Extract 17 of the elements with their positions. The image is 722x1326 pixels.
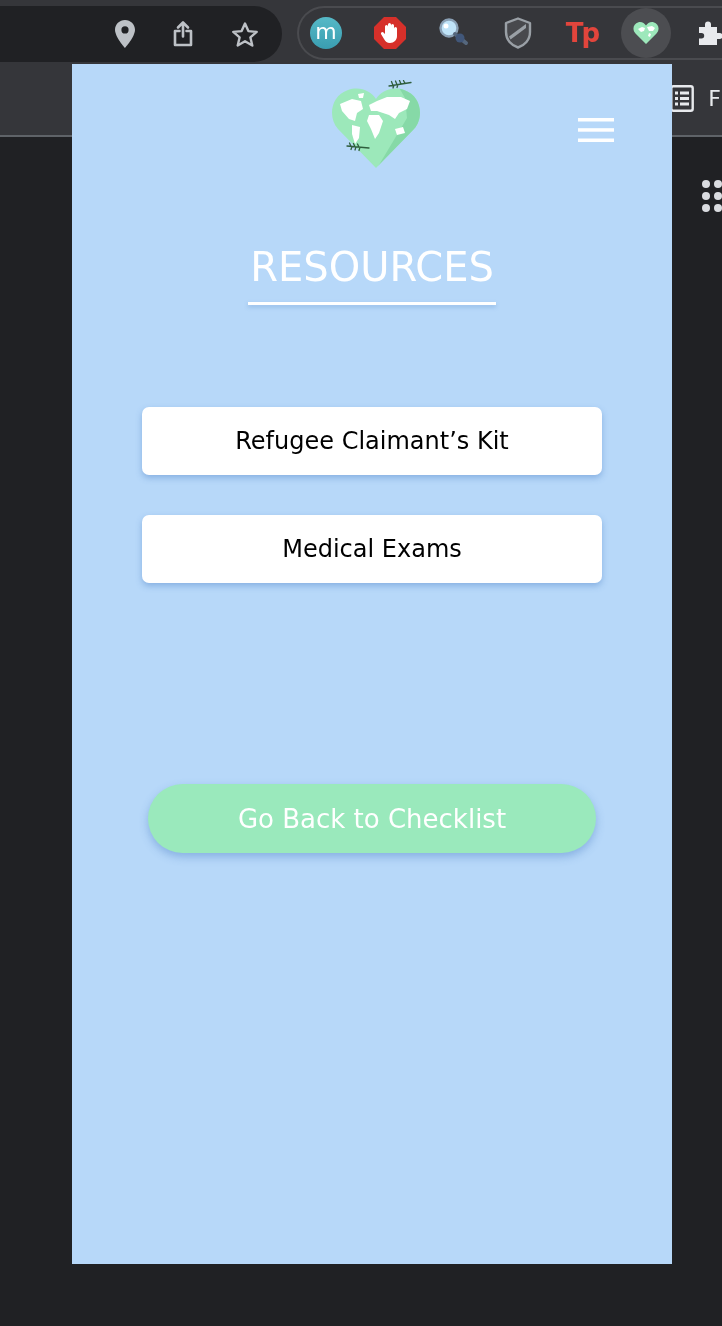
- resource-button[interactable]: Medical Exams: [142, 515, 602, 583]
- resource-button[interactable]: Refugee Claimant’s Kit: [142, 407, 602, 475]
- magnifier-icon: [438, 18, 470, 48]
- share-icon[interactable]: [172, 20, 194, 48]
- list-icon: [670, 85, 695, 112]
- extension-letter-logo: m: [310, 17, 342, 49]
- list-button[interactable]: F: [670, 84, 721, 113]
- star-icon[interactable]: [231, 20, 259, 48]
- page-title: RESOURCES: [249, 244, 495, 290]
- location-pin-icon[interactable]: [115, 20, 135, 48]
- extension-wordmark: Tp: [565, 18, 599, 48]
- extension-button[interactable]: [621, 8, 671, 58]
- stop-hand-icon: [374, 17, 406, 49]
- heart-icon: [633, 21, 659, 45]
- drag-handle-icon[interactable]: [702, 180, 722, 212]
- puzzle-icon: [696, 19, 722, 47]
- shield-icon: [504, 17, 532, 49]
